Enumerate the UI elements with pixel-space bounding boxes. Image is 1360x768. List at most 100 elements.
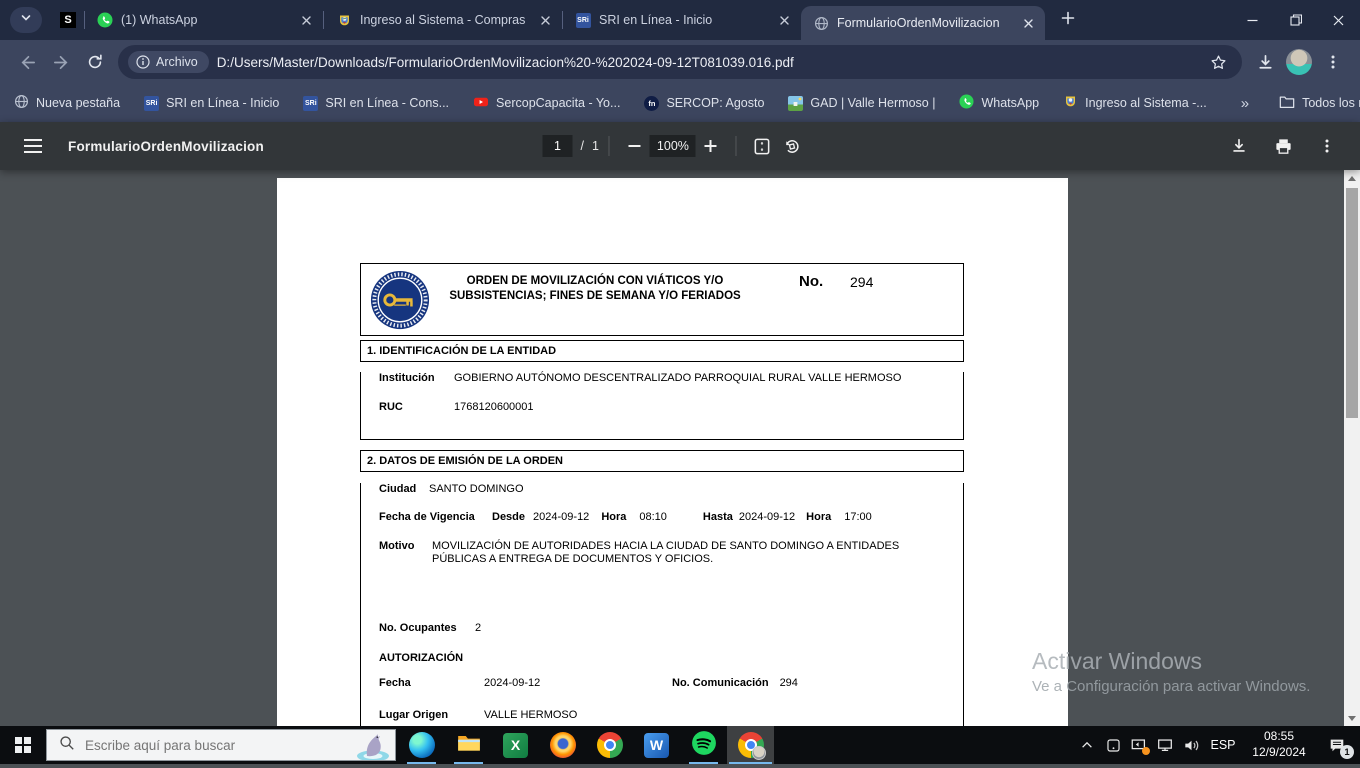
- bookmark-sri-inicio[interactable]: SRi SRI en Línea - Inicio: [144, 96, 279, 111]
- taskbar-word-icon[interactable]: W: [633, 726, 680, 764]
- zoom-in-button[interactable]: [696, 131, 726, 161]
- minus-icon: [628, 139, 642, 153]
- folder-icon: [1279, 95, 1295, 112]
- tab-ingreso-sistema[interactable]: Ingreso al Sistema - Compras Pú: [324, 0, 562, 40]
- tab-close-button[interactable]: [775, 11, 793, 29]
- bookmark-label: GAD | Valle Hermoso |: [810, 96, 935, 110]
- field-label: Motivo: [379, 540, 432, 552]
- field-value: 2: [475, 622, 481, 634]
- pdf-print-button[interactable]: [1268, 131, 1298, 161]
- tab-close-button[interactable]: [297, 11, 315, 29]
- file-chip-label: Archivo: [156, 55, 198, 69]
- new-tab-button[interactable]: [1053, 5, 1083, 35]
- browser-menu-button[interactable]: [1316, 45, 1350, 79]
- field-value: 08:10: [639, 511, 667, 523]
- tab-close-button[interactable]: [536, 11, 554, 29]
- tray-device-icon[interactable]: [1100, 726, 1126, 764]
- tray-show-hidden-icons-button[interactable]: [1074, 726, 1100, 764]
- bookmark-sri-consultas[interactable]: SRi SRI en Línea - Cons...: [303, 96, 449, 111]
- form-row-lugar-origen: Lugar Origen VALLE HERMOSO: [379, 709, 957, 721]
- taskbar-spotify-icon[interactable]: [680, 726, 727, 764]
- page-number-input[interactable]: [542, 135, 572, 157]
- all-bookmarks-button[interactable]: Todos los marcadores: [1279, 95, 1360, 112]
- activate-windows-watermark: Activar Windows Ve a Configuración para …: [1032, 648, 1310, 695]
- folder-icon: [456, 730, 482, 761]
- tray-time: 08:55: [1242, 729, 1316, 745]
- tab-sri-en-linea[interactable]: SRi SRI en Línea - Inicio: [563, 0, 801, 40]
- sri-icon: SRi: [144, 96, 159, 111]
- pdf-document-title: FormularioOrdenMovilizacion: [68, 139, 264, 154]
- taskbar-edge-icon[interactable]: [398, 726, 445, 764]
- tray-language-indicator[interactable]: ESP: [1204, 738, 1242, 752]
- taskbar-chrome-active-icon[interactable]: [727, 726, 774, 764]
- tray-cast-update-icon[interactable]: [1126, 726, 1152, 764]
- field-label: Hora: [806, 511, 831, 523]
- tab-close-button[interactable]: [1019, 14, 1037, 32]
- profile-button[interactable]: [1282, 45, 1316, 79]
- form-no-value: 294: [850, 274, 873, 290]
- all-bookmarks-label: Todos los marcadores: [1302, 96, 1360, 110]
- form-row-autorizacion: AUTORIZACIÓN: [379, 652, 957, 664]
- rotate-button[interactable]: [777, 131, 807, 161]
- zoom-level[interactable]: 100%: [650, 135, 696, 157]
- url-text[interactable]: D:/Users/Master/Downloads/FormularioOrde…: [217, 55, 1196, 70]
- field-label: Lugar Origen: [379, 709, 484, 721]
- taskbar-search-box[interactable]: [46, 729, 396, 761]
- maximize-button[interactable]: [1274, 0, 1317, 40]
- fn-icon: fn: [644, 96, 659, 111]
- scroll-up-button[interactable]: [1344, 170, 1360, 186]
- downloads-button[interactable]: [1248, 45, 1282, 79]
- reload-button[interactable]: [78, 45, 112, 79]
- tab-formulario-active[interactable]: FormularioOrdenMovilizacion: [801, 6, 1045, 40]
- tray-notifications-button[interactable]: 1: [1316, 726, 1358, 764]
- bookmark-gad-valle-hermoso[interactable]: GAD | Valle Hermoso |: [788, 96, 935, 111]
- tab-label: Ingreso al Sistema - Compras Pú: [360, 13, 528, 27]
- pdf-menu-button[interactable]: [18, 131, 48, 161]
- bookmark-star-button[interactable]: [1204, 48, 1232, 76]
- tab-search-button[interactable]: [10, 7, 42, 33]
- pdf-download-button[interactable]: [1224, 131, 1254, 161]
- field-value: 1768120600001: [454, 401, 534, 413]
- tray-network-icon[interactable]: [1152, 726, 1178, 764]
- form-row-vigencia: Fecha de Vigencia Desde 2024-09-12 Hora …: [379, 511, 957, 523]
- tray-volume-icon[interactable]: [1178, 726, 1204, 764]
- vertical-scrollbar[interactable]: [1344, 170, 1360, 726]
- scrollbar-thumb[interactable]: [1346, 188, 1358, 418]
- taskbar-apps: X W: [398, 726, 774, 764]
- system-tray: ESP 08:55 12/9/2024 1: [1074, 726, 1360, 764]
- start-button[interactable]: [0, 726, 46, 764]
- tab-label: (1) WhatsApp: [121, 13, 289, 27]
- taskbar-chrome-icon[interactable]: [586, 726, 633, 764]
- forward-icon: [52, 53, 71, 72]
- taskbar-excel-icon[interactable]: X: [492, 726, 539, 764]
- bookmarks-overflow-button[interactable]: »: [1231, 95, 1259, 112]
- bookmark-whatsapp[interactable]: WhatsApp: [959, 94, 1039, 112]
- form-header: ORDEN DE MOVILIZACIÓN CON VIÁTICOS Y/O S…: [360, 263, 964, 336]
- file-chip[interactable]: Archivo: [128, 51, 209, 73]
- bookmarks-bar: Nueva pestaña SRi SRI en Línea - Inicio …: [0, 84, 1360, 122]
- back-button[interactable]: [10, 45, 44, 79]
- field-value: 2024-09-12: [484, 677, 672, 689]
- bookmark-ingreso-sistema[interactable]: Ingreso al Sistema -...: [1063, 94, 1207, 112]
- zoom-out-button[interactable]: [620, 131, 650, 161]
- minimize-button[interactable]: [1231, 0, 1274, 40]
- taskbar-firefox-icon[interactable]: [539, 726, 586, 764]
- bookmark-sercopcapacita[interactable]: SercopCapacita - Yo...: [473, 94, 620, 113]
- tray-clock[interactable]: 08:55 12/9/2024: [1242, 729, 1316, 760]
- bookmark-sercop-agosto[interactable]: fn SERCOP: Agosto: [644, 96, 764, 111]
- close-window-button[interactable]: [1317, 0, 1360, 40]
- fit-page-icon: [752, 137, 771, 156]
- bookmark-nueva-pestana[interactable]: Nueva pestaña: [14, 94, 120, 112]
- form-row-ruc: RUC 1768120600001: [379, 401, 957, 413]
- tab-whatsapp[interactable]: (1) WhatsApp: [85, 0, 323, 40]
- fit-page-button[interactable]: [747, 131, 777, 161]
- plus-icon: [704, 139, 718, 153]
- scroll-down-button[interactable]: [1344, 710, 1360, 726]
- excel-icon: X: [503, 733, 528, 758]
- pdf-more-options-button[interactable]: [1312, 131, 1342, 161]
- forward-button[interactable]: [44, 45, 78, 79]
- taskbar-file-explorer-icon[interactable]: [445, 726, 492, 764]
- spotify-icon: [691, 730, 717, 761]
- address-bar[interactable]: Archivo D:/Users/Master/Downloads/Formul…: [118, 45, 1242, 79]
- pinned-tab-s[interactable]: S: [52, 0, 84, 40]
